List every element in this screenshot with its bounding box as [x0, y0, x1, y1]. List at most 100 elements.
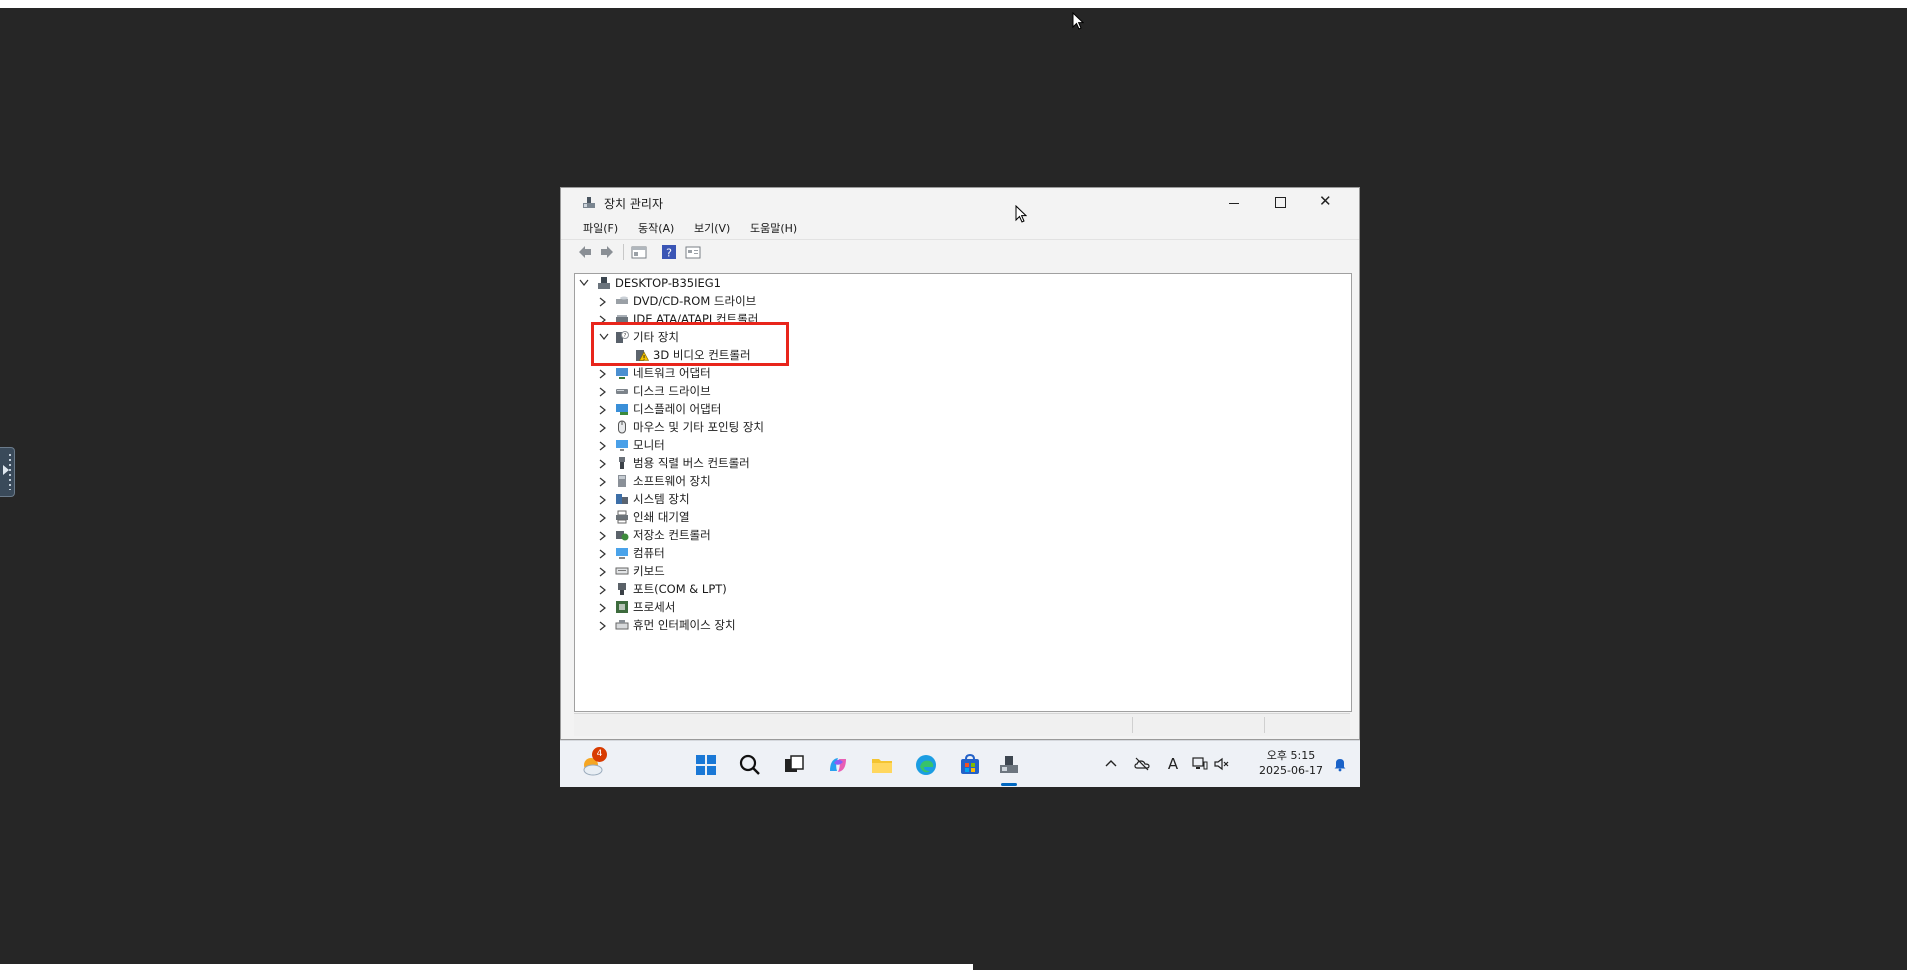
chevron-right-icon[interactable]	[599, 382, 609, 400]
chevron-right-icon[interactable]	[599, 400, 609, 418]
network-icon[interactable]	[1192, 756, 1208, 772]
tree-item-label: 인쇄 대기열	[633, 510, 690, 524]
hid-icon	[615, 620, 629, 630]
device-manager-icon	[583, 197, 595, 208]
close-button[interactable]: ✕	[1303, 188, 1349, 218]
system-device-icon	[616, 494, 628, 504]
menu-file[interactable]: 파일(F)	[583, 220, 618, 236]
search-icon[interactable]	[738, 753, 762, 777]
chevron-right-icon[interactable]	[599, 598, 609, 616]
chevron-right-icon[interactable]	[599, 508, 609, 526]
tree-item-label: 모니터	[633, 438, 665, 452]
dvd-drive-icon	[616, 296, 628, 304]
maximize-button[interactable]	[1257, 188, 1303, 218]
tree-item-label: 범용 직렬 버스 컨트롤러	[633, 456, 750, 470]
task-view-icon[interactable]	[782, 753, 806, 777]
clock-time: 오후 5:15	[1266, 749, 1316, 762]
window-title: 장치 관리자	[604, 197, 664, 211]
chevron-right-icon[interactable]	[599, 580, 609, 598]
monitor-icon	[616, 440, 628, 451]
file-explorer-icon[interactable]	[870, 753, 894, 777]
title-bar[interactable]: 장치 관리자 ✕	[561, 188, 1359, 218]
bottom-strip-dark	[973, 964, 1907, 970]
chevron-right-icon[interactable]	[599, 292, 609, 310]
usb-icon	[619, 457, 625, 469]
tree-item-label: 시스템 장치	[633, 492, 690, 506]
clock-date: 2025-06-17	[1259, 764, 1323, 777]
tree-item-label: 포트(COM & LPT)	[633, 582, 727, 596]
status-bar	[574, 713, 1350, 736]
toolbar: ?	[561, 239, 1359, 264]
tree-item-label: 프로세서	[633, 600, 676, 614]
device-manager-window: 장치 관리자 ✕ 파일(F) 동작(A) 보기(V) 도움말(H) ? DESK…	[560, 187, 1360, 740]
chevron-right-icon[interactable]	[599, 364, 609, 382]
svg-text:?: ?	[666, 247, 672, 260]
ime-indicator[interactable]: A	[1165, 756, 1181, 772]
close-icon: ✕	[1319, 192, 1332, 210]
processor-icon	[616, 601, 628, 613]
view-icon[interactable]	[685, 244, 701, 260]
chevron-right-icon[interactable]	[599, 436, 609, 454]
menu-bar: 파일(F) 동작(A) 보기(V) 도움말(H)	[561, 218, 1359, 238]
tree-item-label: 소프트웨어 장치	[633, 474, 711, 488]
start-icon[interactable]	[694, 753, 718, 777]
tree-item-label: 휴먼 인터페이스 장치	[633, 618, 736, 632]
tree-item-label: 디스크 드라이브	[633, 384, 711, 398]
disk-drive-icon	[616, 389, 628, 394]
printer-icon	[616, 510, 628, 524]
copilot-icon[interactable]	[826, 753, 850, 777]
grip-dots-icon	[9, 454, 11, 490]
chevron-down-icon[interactable]	[579, 274, 589, 292]
port-icon	[618, 583, 626, 595]
system-clock[interactable]: 오후 5:15 2025-06-17	[1257, 748, 1325, 778]
device-manager-taskbar-icon[interactable]	[997, 753, 1021, 777]
display-adapter-icon	[616, 404, 628, 415]
status-segment	[1264, 717, 1349, 733]
mouse-icon	[618, 420, 626, 434]
volume-muted-icon[interactable]	[1213, 756, 1229, 772]
tree-item-label: 마우스 및 기타 포인팅 장치	[633, 420, 765, 434]
chevron-right-icon[interactable]	[599, 562, 609, 580]
bottom-strip	[0, 964, 1907, 970]
tree-item-label: 키보드	[633, 564, 665, 578]
menu-help[interactable]: 도움말(H)	[750, 220, 797, 236]
computer-icon	[616, 548, 628, 559]
software-device-icon	[618, 475, 626, 487]
tree-item-label: 저장소 컨트롤러	[633, 528, 711, 542]
store-icon[interactable]	[958, 753, 982, 777]
maximize-icon	[1275, 197, 1286, 208]
chevron-right-icon[interactable]	[599, 544, 609, 562]
toolbar-separator	[623, 244, 624, 260]
forward-arrow-icon[interactable]	[599, 244, 615, 260]
remote-desktop-view: 장치 관리자 ✕ 파일(F) 동작(A) 보기(V) 도움말(H) ? DESK…	[560, 187, 1360, 787]
top-strip	[0, 0, 1907, 8]
chevron-right-icon[interactable]	[599, 418, 609, 436]
chevron-right-icon[interactable]	[599, 616, 609, 634]
chevron-up-icon[interactable]	[1103, 756, 1119, 772]
chevron-right-icon[interactable]	[599, 526, 609, 544]
back-arrow-icon[interactable]	[577, 244, 593, 260]
notification-bell-icon[interactable]	[1332, 756, 1348, 772]
tree-item-label: DVD/CD-ROM 드라이브	[633, 294, 757, 308]
chevron-right-icon[interactable]	[599, 472, 609, 490]
properties-icon[interactable]	[631, 244, 647, 260]
chevron-right-icon[interactable]	[599, 490, 609, 508]
active-app-indicator	[1001, 783, 1017, 786]
menu-view[interactable]: 보기(V)	[694, 220, 730, 236]
onedrive-offline-icon[interactable]	[1134, 756, 1150, 772]
edge-browser-icon[interactable]	[914, 753, 938, 777]
minimize-button[interactable]	[1211, 188, 1257, 218]
status-segment	[1132, 717, 1263, 733]
menu-action[interactable]: 동작(A)	[638, 220, 674, 236]
side-panel-handle[interactable]	[0, 447, 15, 497]
network-adapter-icon	[616, 368, 628, 379]
tree-item-label: 컴퓨터	[633, 546, 665, 560]
tree-root-label: DESKTOP-B35IEG1	[615, 276, 721, 290]
tree-item-label: 디스플레이 어댑터	[633, 402, 722, 416]
computer-root-icon	[598, 277, 610, 289]
tree-item-label: 네트워크 어댑터	[633, 366, 711, 380]
highlight-box	[591, 322, 789, 366]
help-icon[interactable]: ?	[661, 244, 677, 260]
chevron-right-icon[interactable]	[599, 454, 609, 472]
weather-badge: 4	[592, 747, 607, 762]
